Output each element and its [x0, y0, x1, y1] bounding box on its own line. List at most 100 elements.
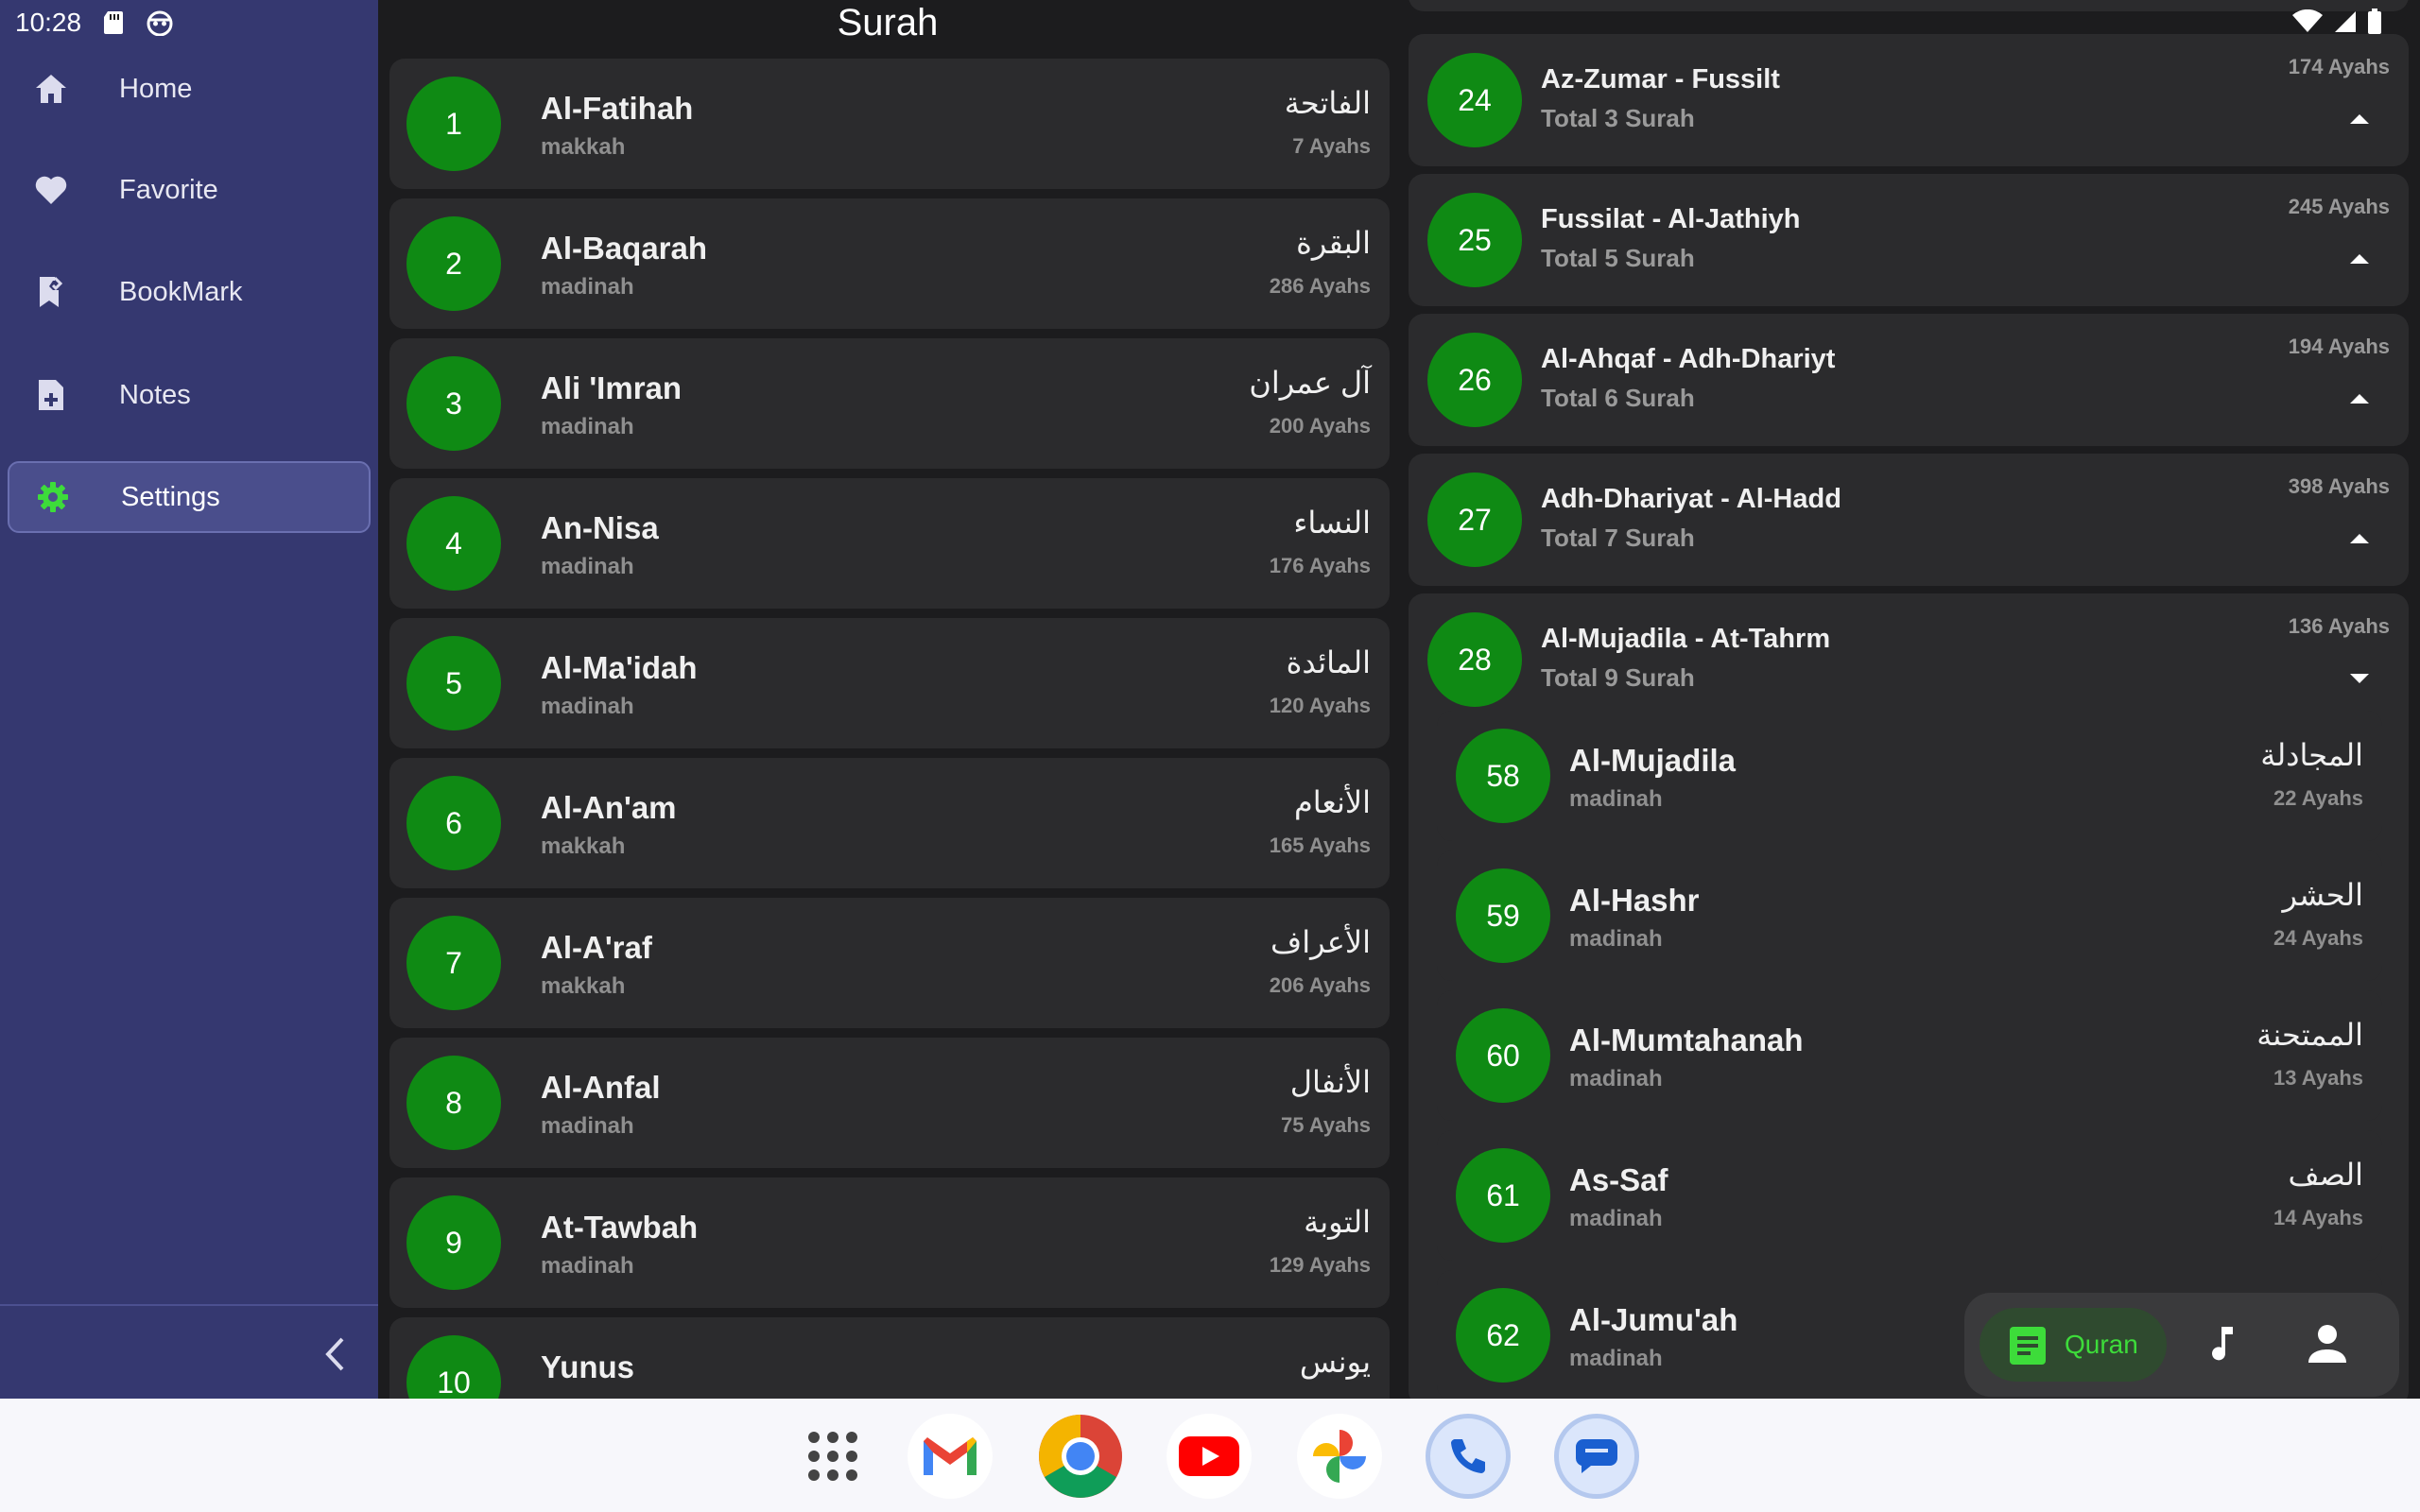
- expand-arrow-up-icon[interactable]: [2348, 248, 2371, 270]
- juz-list-panel: 24 Az-Zumar - Fussilt Total 3 Surah 174 …: [1409, 0, 2420, 1399]
- surah-card[interactable]: 8 Al-Anfal madinah الأنفال 75 Ayahs: [389, 1038, 1390, 1168]
- surah-place: madinah: [541, 1253, 634, 1279]
- surah-ayah-count: 176 Ayahs: [1269, 554, 1371, 577]
- surah-card[interactable]: 10 Yunus يونس: [389, 1317, 1390, 1399]
- android-debug-icon: [146, 9, 173, 37]
- surah-place: makkah: [541, 134, 626, 160]
- surah-arabic-name: الأعراف: [1270, 925, 1371, 959]
- sidebar-item-label: BookMark: [119, 276, 243, 307]
- juz-number-badge: 27: [1427, 472, 1522, 567]
- surah-number-badge: 58: [1456, 729, 1550, 823]
- juz-card[interactable]: 26 Al-Ahqaf - Adh-Dhariyt Total 6 Surah …: [1409, 314, 2409, 446]
- surah-card[interactable]: 5 Al-Ma'idah madinah المائدة 120 Ayahs: [389, 618, 1390, 748]
- sidebar-item-settings[interactable]: Settings: [8, 461, 371, 533]
- home-icon: [28, 66, 74, 112]
- app-dock: [0, 1399, 2420, 1512]
- surah-arabic-name: البقرة: [1296, 226, 1371, 260]
- sidebar-item-notes[interactable]: Notes: [8, 359, 371, 431]
- juz-surah-count: Total 6 Surah: [1541, 384, 1695, 412]
- chevron-left-icon: [325, 1337, 344, 1371]
- gmail-icon[interactable]: [908, 1414, 993, 1499]
- juz-card[interactable]: 24 Az-Zumar - Fussilt Total 3 Surah 174 …: [1409, 34, 2409, 166]
- surah-card[interactable]: 6 Al-An'am makkah الأنعام 165 Ayahs: [389, 758, 1390, 888]
- surah-number-badge: 4: [406, 496, 501, 591]
- status-time: 10:28: [15, 8, 82, 37]
- surah-place: madinah: [541, 694, 634, 719]
- sidebar-item-home[interactable]: Home: [8, 53, 371, 125]
- chrome-icon[interactable]: [1038, 1414, 1123, 1499]
- app-drawer-icon[interactable]: [790, 1414, 875, 1499]
- surah-card[interactable]: 60 Al-Mumtahanah madinah الممتحنة 13 Aya…: [1437, 990, 2382, 1121]
- nav-quran-label: Quran: [2065, 1330, 2138, 1359]
- collapse-arrow-down-icon[interactable]: [2348, 667, 2371, 690]
- surah-name: Al-Mumtahanah: [1569, 1022, 1804, 1057]
- expand-arrow-up-icon[interactable]: [2348, 527, 2371, 550]
- surah-place: madinah: [541, 414, 634, 439]
- surah-number-badge: 59: [1456, 868, 1550, 963]
- juz-ayah-count: 245 Ayahs: [2288, 195, 2390, 218]
- juz-card[interactable]: 27 Adh-Dhariyat - Al-Hadd Total 7 Surah …: [1409, 454, 2409, 586]
- surah-name: Ali 'Imran: [541, 370, 683, 405]
- surah-card[interactable]: 1 Al-Fatihah makkah الفاتحة 7 Ayahs: [389, 59, 1390, 189]
- surah-card[interactable]: 61 As-Saf madinah الصف 14 Ayahs: [1437, 1130, 2382, 1261]
- juz-title: Adh-Dhariyat - Al-Hadd: [1541, 484, 1841, 514]
- surah-ayah-count: 129 Ayahs: [1269, 1253, 1371, 1277]
- person-icon[interactable]: [2305, 1321, 2350, 1366]
- juz-card[interactable]: 25 Fussilat - Al-Jathiyh Total 5 Surah 2…: [1409, 174, 2409, 306]
- surah-card[interactable]: 7 Al-A'raf makkah الأعراف 206 Ayahs: [389, 898, 1390, 1028]
- surah-number-badge: 8: [406, 1056, 501, 1150]
- surah-ayah-count: 22 Ayahs: [2273, 786, 2363, 810]
- surah-name: Al-Mujadila: [1569, 743, 1737, 778]
- collapse-sidebar-button[interactable]: [312, 1328, 357, 1381]
- surah-name: As-Saf: [1569, 1162, 1668, 1197]
- phone-icon[interactable]: [1426, 1414, 1511, 1499]
- expand-arrow-up-icon[interactable]: [2348, 108, 2371, 130]
- surah-arabic-name: النساء: [1293, 506, 1371, 540]
- surah-ayah-count: 75 Ayahs: [1281, 1113, 1371, 1137]
- juz-surah-count: Total 9 Surah: [1541, 663, 1695, 692]
- surah-card[interactable]: 3 Ali 'Imran madinah آل عمران 200 Ayahs: [389, 338, 1390, 469]
- surah-card[interactable]: 4 An-Nisa madinah النساء 176 Ayahs: [389, 478, 1390, 609]
- juz-title: Fussilat - Al-Jathiyh: [1541, 204, 1801, 234]
- wifi-icon: [2292, 9, 2323, 32]
- music-note-icon[interactable]: [2201, 1321, 2246, 1366]
- sd-card-icon: [102, 9, 129, 36]
- youtube-icon[interactable]: [1167, 1414, 1252, 1499]
- photos-icon[interactable]: [1297, 1414, 1382, 1499]
- surah-name: At-Tawbah: [541, 1210, 699, 1245]
- sidebar-item-favorite[interactable]: Favorite: [8, 154, 371, 226]
- juz-title: Al-Mujadila - At-Tahrm: [1541, 624, 1831, 654]
- juz-surah-count: Total 3 Surah: [1541, 104, 1695, 132]
- surah-place: makkah: [541, 973, 626, 999]
- nav-quran-button[interactable]: Quran: [1979, 1308, 2167, 1382]
- surah-place: madinah: [541, 1113, 634, 1139]
- bottom-navigation: Quran: [1964, 1293, 2399, 1397]
- surah-card[interactable]: 2 Al-Baqarah madinah البقرة 286 Ayahs: [389, 198, 1390, 329]
- surah-place: makkah: [541, 833, 626, 859]
- juz-number-badge: 25: [1427, 193, 1522, 287]
- expand-arrow-up-icon[interactable]: [2348, 387, 2371, 410]
- surah-name: Al-An'am: [541, 790, 677, 825]
- sidebar-item-bookmark[interactable]: BookMark: [8, 256, 371, 328]
- surah-number-badge: 6: [406, 776, 501, 870]
- surah-name: Al-A'raf: [541, 930, 652, 965]
- surah-card[interactable]: 58 Al-Mujadila madinah المجادلة 22 Ayahs: [1437, 711, 2382, 841]
- surah-ayah-count: 200 Ayahs: [1269, 414, 1371, 438]
- surah-arabic-name: الأنعام: [1293, 785, 1371, 819]
- surah-number-badge: 7: [406, 916, 501, 1010]
- gear-icon: [30, 474, 76, 520]
- surah-arabic-name: الصف: [2288, 1158, 2363, 1192]
- surah-arabic-name: الممتحنة: [2256, 1018, 2363, 1052]
- surah-name: Al-Hashr: [1569, 883, 1700, 918]
- surah-arabic-name: الأنفال: [1289, 1065, 1371, 1099]
- messages-icon[interactable]: [1554, 1414, 1639, 1499]
- sidebar-item-label: Home: [119, 73, 193, 104]
- status-right: [2291, 8, 2382, 36]
- surah-number-badge: 61: [1456, 1148, 1550, 1243]
- surah-number-badge: 62: [1456, 1288, 1550, 1383]
- juz-card-expanded[interactable]: 28 Al-Mujadila - At-Tahrm Total 9 Surah …: [1409, 593, 2409, 1399]
- surah-ayah-count: 165 Ayahs: [1269, 833, 1371, 857]
- surah-name: Al-Jumu'ah: [1569, 1302, 1738, 1337]
- surah-card[interactable]: 59 Al-Hashr madinah الحشر 24 Ayahs: [1437, 850, 2382, 981]
- surah-card[interactable]: 9 At-Tawbah madinah التوبة 129 Ayahs: [389, 1177, 1390, 1308]
